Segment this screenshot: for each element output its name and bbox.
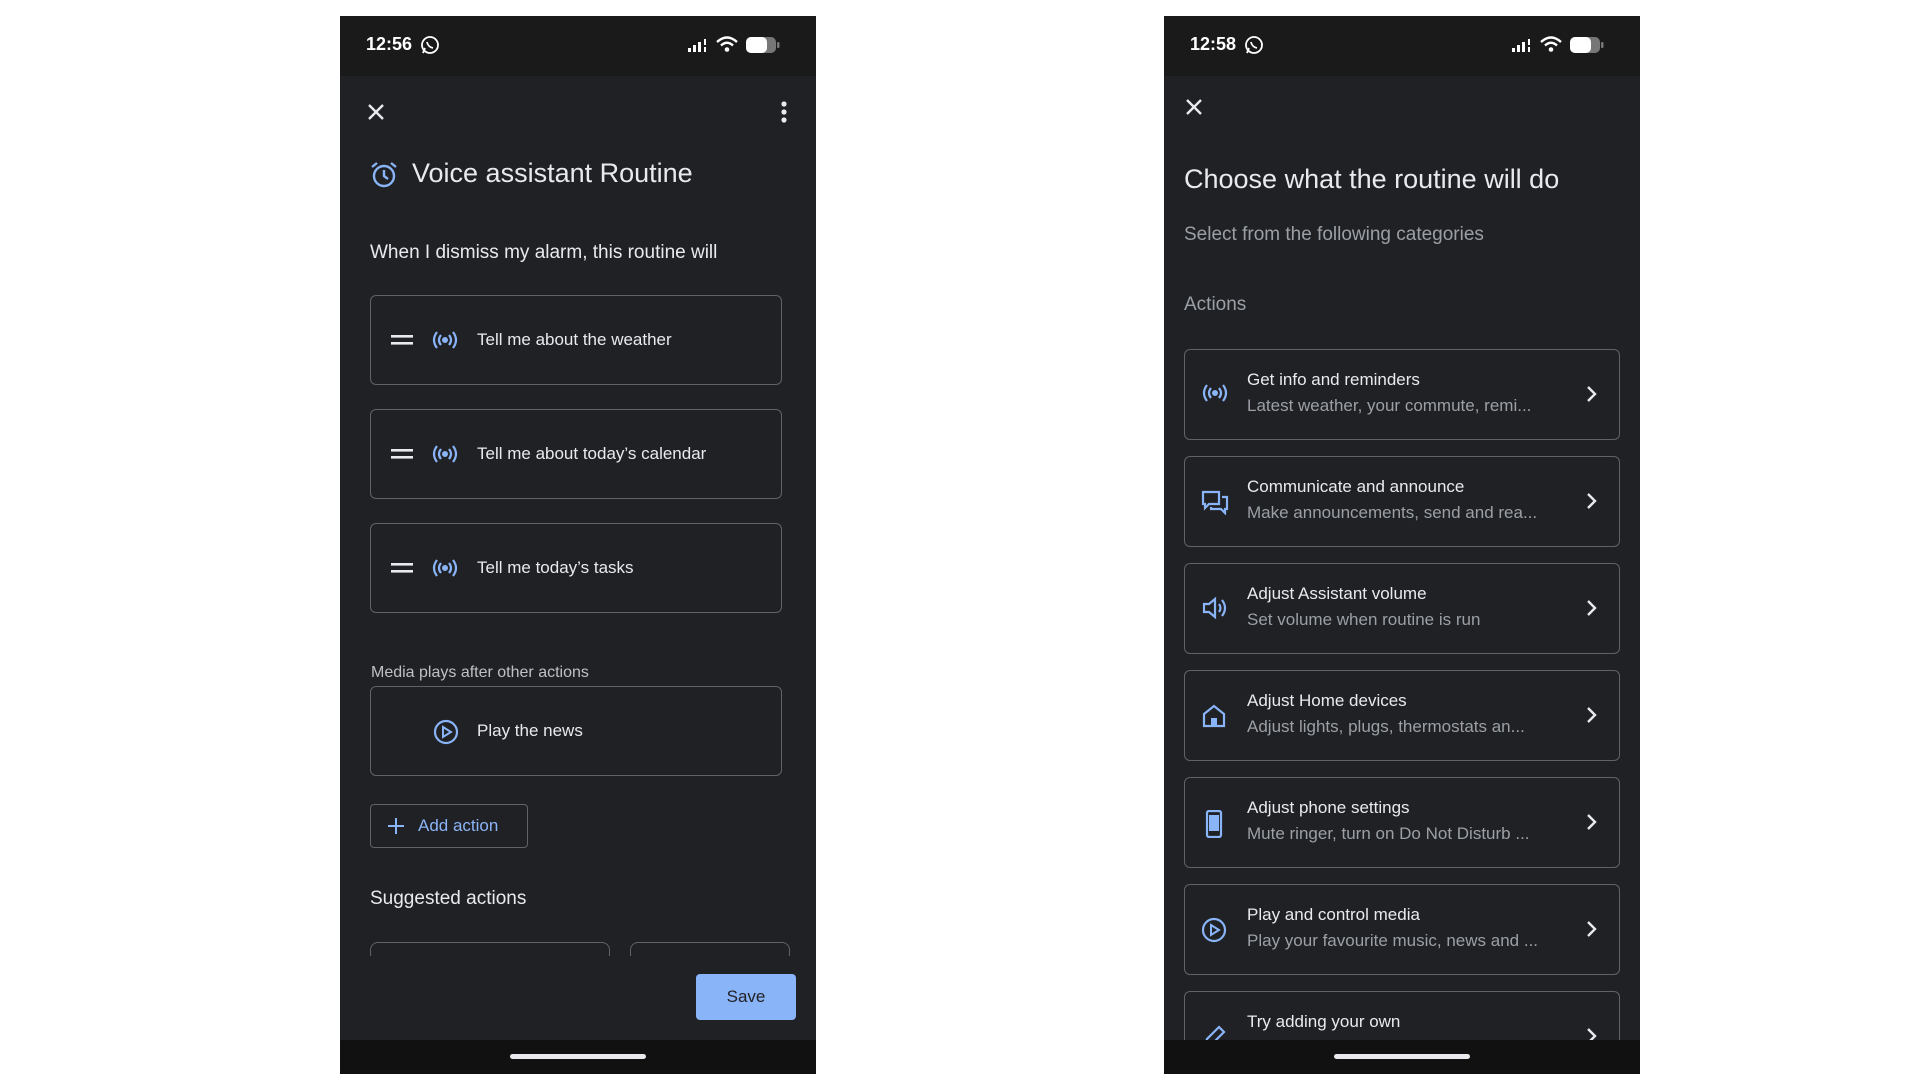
category-description: Adjust lights, plugs, thermostats an... [1247,717,1525,736]
category-get-info[interactable]: Get info and reminders Latest weather, y… [1184,349,1620,440]
action-label: Tell me today’s tasks [477,558,634,577]
add-action-label: Add action [418,816,499,835]
category-title: Adjust phone settings [1247,798,1410,817]
broadcast-icon [432,331,458,349]
category-description: Set volume when routine is run [1247,610,1481,629]
broadcast-icon [432,559,458,577]
broadcast-icon [1202,384,1228,402]
suggested-actions-heading: Suggested actions [370,888,527,909]
category-description: Play your favourite music, news and ... [1247,931,1539,950]
page-title: Choose what the routine will do [1184,164,1560,194]
category-media[interactable]: Play and control media Play your favouri… [1184,884,1620,975]
whatsapp-icon [1245,36,1263,54]
status-bar: 12:58 [1164,16,1640,76]
chevron-right-icon [1587,707,1597,723]
home-icon [1202,704,1226,728]
battery-icon [1570,37,1604,53]
category-title: Communicate and announce [1247,477,1465,496]
category-communicate[interactable]: Communicate and announce Make announceme… [1184,456,1620,547]
category-description: Mute ringer, turn on Do Not Disturb ... [1247,824,1530,843]
action-card-weather[interactable]: Tell me about the weather [370,295,782,385]
alarm-icon [371,162,397,188]
status-bar: 12:56 [340,16,816,76]
routine-trigger-text: When I dismiss my alarm, this routine wi… [370,242,718,263]
category-title: Adjust Assistant volume [1247,584,1427,603]
close-icon[interactable] [366,102,386,122]
phone-icon [1205,810,1223,838]
signal-icon [1512,39,1530,52]
chat-icon [1201,490,1229,515]
drag-handle-icon[interactable] [391,334,413,346]
category-description: Make announcements, send and rea... [1247,503,1538,522]
more-options-icon[interactable] [780,100,788,124]
drag-handle-icon[interactable] [391,448,413,460]
save-button[interactable]: Save [696,974,796,1020]
broadcast-icon [432,445,458,463]
action-card-news[interactable]: Play the news [370,686,782,776]
play-circle-icon [1201,917,1227,943]
battery-icon [746,37,780,53]
plus-icon [388,818,404,834]
category-phone-settings[interactable]: Adjust phone settings Mute ringer, turn … [1184,777,1620,868]
category-home-devices[interactable]: Adjust Home devices Adjust lights, plugs… [1184,670,1620,761]
page-subtitle: Select from the following categories [1184,224,1484,245]
chevron-right-icon [1587,921,1597,937]
wifi-icon [1540,36,1562,52]
media-note: Media plays after other actions [371,664,589,681]
close-icon[interactable] [1184,97,1204,117]
action-card-calendar[interactable]: Tell me about today’s calendar [370,409,782,499]
chevron-right-icon [1587,814,1597,830]
add-action-button[interactable]: Add action [370,804,528,848]
navigation-bar [340,1040,816,1074]
category-title: Adjust Home devices [1247,691,1407,710]
action-label: Tell me about today’s calendar [477,444,707,463]
home-indicator[interactable] [1334,1054,1470,1059]
wifi-icon [716,36,738,52]
action-label: Play the news [477,721,583,740]
whatsapp-icon [421,36,439,54]
home-indicator[interactable] [510,1054,646,1059]
navigation-bar [1164,1040,1640,1074]
status-time: 12:56 [366,34,413,54]
category-title: Play and control media [1247,905,1420,924]
choose-actions-screen: 12:58 Choose what the routine will do Se… [1164,16,1640,1074]
play-circle-icon [433,719,459,745]
action-label: Tell me about the weather [477,330,672,349]
action-card-tasks[interactable]: Tell me today’s tasks [370,523,782,613]
chevron-right-icon [1587,493,1597,509]
status-time: 12:58 [1190,34,1237,54]
volume-icon [1202,596,1227,620]
chevron-right-icon [1587,600,1597,616]
category-title: Try adding your own [1247,1012,1401,1031]
category-title: Get info and reminders [1247,370,1420,389]
category-volume[interactable]: Adjust Assistant volume Set volume when … [1184,563,1620,654]
routine-editor-screen: 12:56 Voice assistant Routine When I dis… [340,16,816,1074]
page-title: Voice assistant Routine [412,158,693,188]
signal-icon [688,39,706,52]
category-description: Latest weather, your commute, remi... [1247,396,1532,415]
section-label-actions: Actions [1184,294,1247,315]
drag-handle-icon[interactable] [391,562,413,574]
chevron-right-icon [1587,386,1597,402]
